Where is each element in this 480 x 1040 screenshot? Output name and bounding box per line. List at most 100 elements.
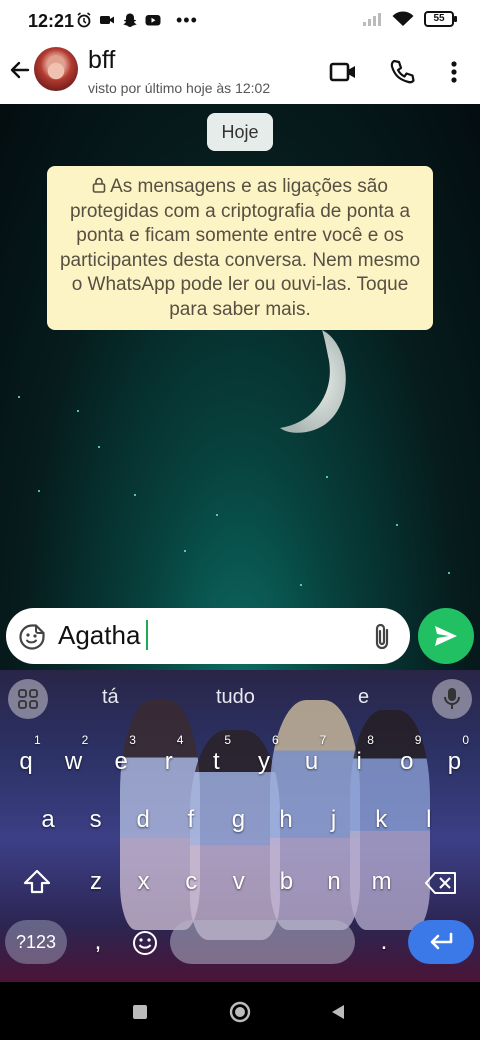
key-number-hint: 0 bbox=[462, 733, 470, 747]
key-number-hint: 5 bbox=[224, 733, 232, 747]
key-j[interactable]: j bbox=[312, 798, 356, 842]
space-key[interactable] bbox=[170, 920, 355, 964]
message-input-bar[interactable]: Agatha bbox=[6, 608, 410, 664]
wifi-icon bbox=[392, 11, 414, 26]
send-button[interactable] bbox=[418, 608, 474, 664]
key-g[interactable]: g bbox=[216, 798, 260, 842]
backspace-key-icon[interactable] bbox=[424, 871, 458, 895]
contact-avatar[interactable] bbox=[34, 47, 78, 91]
home-button[interactable] bbox=[229, 1001, 251, 1023]
navigation-bar bbox=[0, 982, 480, 1040]
moon-wallpaper bbox=[280, 330, 346, 433]
key-s[interactable]: s bbox=[74, 798, 118, 842]
key-label: c bbox=[185, 868, 198, 895]
key-q[interactable]: q1 bbox=[4, 734, 48, 784]
key-label: o bbox=[400, 748, 414, 775]
key-n[interactable]: n bbox=[312, 860, 356, 904]
recents-button[interactable] bbox=[133, 1005, 147, 1019]
period-key[interactable]: . bbox=[362, 920, 406, 964]
key-l[interactable]: l bbox=[407, 798, 451, 842]
suggestion-3[interactable]: e bbox=[358, 686, 369, 709]
more-notifications-indicator: ••• bbox=[176, 10, 198, 30]
key-number-hint: 7 bbox=[319, 733, 327, 747]
sticker-emoji-icon[interactable] bbox=[18, 623, 46, 651]
shift-key-icon[interactable] bbox=[22, 868, 52, 896]
encryption-notice[interactable]: As mensagens e as ligações são protegida… bbox=[47, 166, 433, 330]
key-h[interactable]: h bbox=[264, 798, 308, 842]
more-vert-icon[interactable] bbox=[440, 58, 468, 86]
key-label: f bbox=[187, 806, 195, 833]
key-label: r bbox=[164, 748, 173, 775]
suggestion-1[interactable]: tá bbox=[102, 686, 119, 709]
key-b[interactable]: b bbox=[264, 860, 308, 904]
key-a[interactable]: a bbox=[26, 798, 70, 842]
contact-name[interactable]: bff bbox=[88, 46, 115, 75]
status-bar: 12:21 ••• 55 bbox=[0, 0, 480, 42]
key-number-hint: 8 bbox=[367, 733, 374, 747]
key-u[interactable]: u7 bbox=[290, 734, 334, 784]
key-label: u bbox=[304, 748, 319, 775]
voice-input-button[interactable] bbox=[432, 679, 472, 719]
enter-key[interactable] bbox=[408, 920, 474, 964]
key-p[interactable]: p0 bbox=[432, 734, 476, 784]
key-label: s bbox=[89, 806, 102, 833]
key-label: l bbox=[426, 806, 432, 833]
symbols-key[interactable]: ?123 bbox=[5, 920, 67, 964]
encryption-notice-text: As mensagens e as ligações são protegida… bbox=[59, 176, 421, 320]
send-icon bbox=[435, 626, 457, 646]
key-label: g bbox=[231, 806, 246, 833]
comma-key[interactable]: , bbox=[76, 920, 120, 964]
suggestion-bar: tá tudo e bbox=[0, 670, 480, 726]
key-f[interactable]: f bbox=[169, 798, 213, 842]
key-label: m bbox=[371, 868, 392, 895]
key-number-hint: 1 bbox=[34, 733, 41, 747]
key-label: t bbox=[213, 748, 220, 775]
key-number-hint: 3 bbox=[129, 733, 136, 747]
message-input[interactable]: Agatha bbox=[58, 620, 149, 651]
key-k[interactable]: k bbox=[359, 798, 403, 842]
attach-icon[interactable] bbox=[370, 622, 394, 652]
video-icon bbox=[100, 16, 114, 24]
key-number-hint: 6 bbox=[272, 733, 279, 747]
text-caret bbox=[146, 620, 149, 650]
phone-icon[interactable] bbox=[388, 58, 416, 86]
emoji-key-icon[interactable] bbox=[131, 929, 159, 957]
keyboard-menu-button[interactable] bbox=[8, 679, 48, 719]
key-label: k bbox=[375, 806, 388, 833]
enter-icon bbox=[430, 932, 453, 950]
key-w[interactable]: w2 bbox=[52, 734, 96, 784]
key-label: p bbox=[447, 748, 462, 775]
key-o[interactable]: o9 bbox=[385, 734, 429, 784]
alarm-icon bbox=[77, 12, 91, 28]
key-z[interactable]: z bbox=[74, 860, 118, 904]
key-v[interactable]: v bbox=[217, 860, 261, 904]
key-m[interactable]: m bbox=[360, 860, 404, 904]
date-chip: Hoje bbox=[207, 113, 273, 151]
last-seen-status: visto por último hoje às 12:02 bbox=[88, 80, 271, 96]
key-t[interactable]: t5 bbox=[194, 734, 238, 784]
keyboard: tá tudo e q1w2e3r4t5y6u7i8o9p0asdfghjklz… bbox=[0, 670, 480, 982]
key-label: v bbox=[232, 868, 245, 895]
key-y[interactable]: y6 bbox=[242, 734, 286, 784]
chat-area: Hoje As mensagens e as ligações são prot… bbox=[0, 104, 480, 670]
key-x[interactable]: x bbox=[122, 860, 166, 904]
key-label: d bbox=[136, 806, 150, 833]
youtube-icon bbox=[145, 15, 161, 26]
key-number-hint: 2 bbox=[81, 733, 89, 747]
key-i[interactable]: i8 bbox=[337, 734, 381, 784]
suggestion-2[interactable]: tudo bbox=[216, 686, 255, 709]
key-r[interactable]: r4 bbox=[147, 734, 191, 784]
video-call-icon[interactable] bbox=[329, 58, 357, 86]
key-c[interactable]: c bbox=[169, 860, 213, 904]
signal-icon bbox=[363, 13, 381, 26]
key-label: e bbox=[114, 748, 128, 775]
back-nav-button[interactable] bbox=[331, 1004, 345, 1020]
snapchat-icon bbox=[123, 13, 137, 27]
key-label: z bbox=[90, 868, 102, 895]
chat-header: bff visto por último hoje às 12:02 bbox=[0, 42, 480, 104]
message-input-value: Agatha bbox=[58, 620, 141, 650]
key-d[interactable]: d bbox=[121, 798, 165, 842]
key-e[interactable]: e3 bbox=[99, 734, 143, 784]
key-label: a bbox=[41, 806, 55, 833]
back-arrow-icon[interactable] bbox=[6, 56, 34, 84]
